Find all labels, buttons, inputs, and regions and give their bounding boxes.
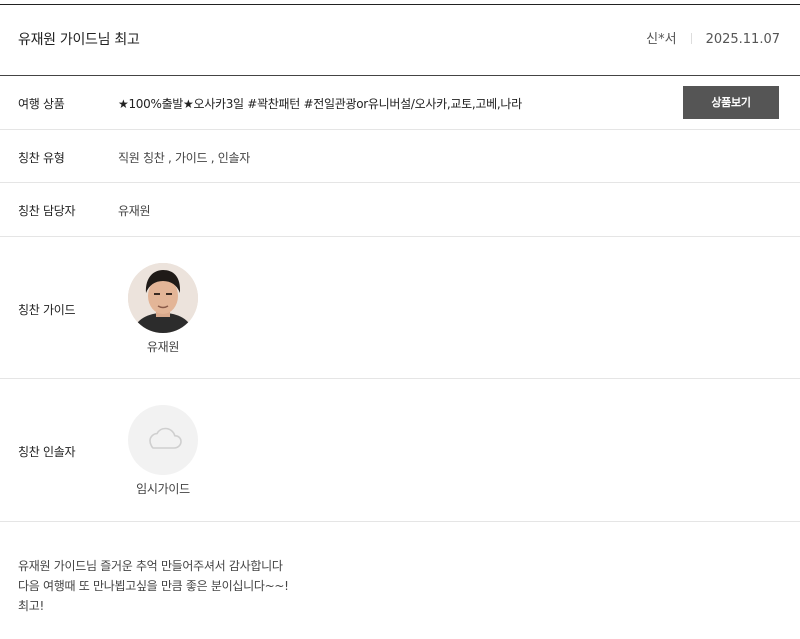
message-line: 다음 여행때 또 만나뵙고싶을 만큼 좋은 분이십니다~~! [18, 579, 289, 593]
review-author: 신*서 [646, 32, 677, 47]
review-title: 유재원 가이드님 최고 [18, 32, 140, 48]
view-product-button[interactable]: 상품보기 [683, 86, 779, 119]
meta-separator [690, 33, 692, 44]
praise-guide-row [0, 237, 800, 379]
cloud-icon [149, 427, 182, 449]
escort-avatar [128, 405, 198, 475]
praise-staff-value: 유재원 [118, 204, 151, 218]
praise-type-label: 칭찬 유형 [18, 151, 65, 165]
message-line: 유재원 가이드님 즐거운 추억 만들어주셔서 감사합니다 [18, 559, 283, 573]
review-header: 유재원 가이드님 최고 신*서 2025.11.07 [0, 5, 800, 76]
product-name: ★100%출발★오사카3일 #꽉찬패턴 #전일관광or유니버설/오사카,교토,고… [118, 97, 522, 111]
review-date: 2025.11.07 [705, 32, 780, 47]
product-label: 여행 상품 [18, 97, 65, 111]
review-message: 유재원 가이드님 즐거운 추억 만들어주셔서 감사합니다 다음 여행때 또 만나… [18, 556, 289, 616]
praise-staff-label: 칭찬 담당자 [18, 204, 76, 218]
message-line: 최고! [18, 599, 44, 613]
guide-name: 유재원 [146, 340, 180, 354]
guide-avatar [128, 263, 198, 333]
praise-escort-label: 칭찬 인솔자 [18, 445, 76, 459]
praise-type-value: 직원 칭찬 , 가이드 , 인솔자 [118, 151, 251, 165]
review-detail: 유재원 가이드님 최고 신*서 2025.11.07 여행 상품 ★100%출발★… [0, 0, 800, 639]
escort-name: 임시가이드 [136, 482, 190, 496]
praise-guide-label: 칭찬 가이드 [18, 303, 76, 317]
praise-escort-row [0, 379, 800, 522]
guide-photo-icon [128, 263, 198, 333]
review-meta: 신*서 2025.11.07 [646, 5, 780, 75]
